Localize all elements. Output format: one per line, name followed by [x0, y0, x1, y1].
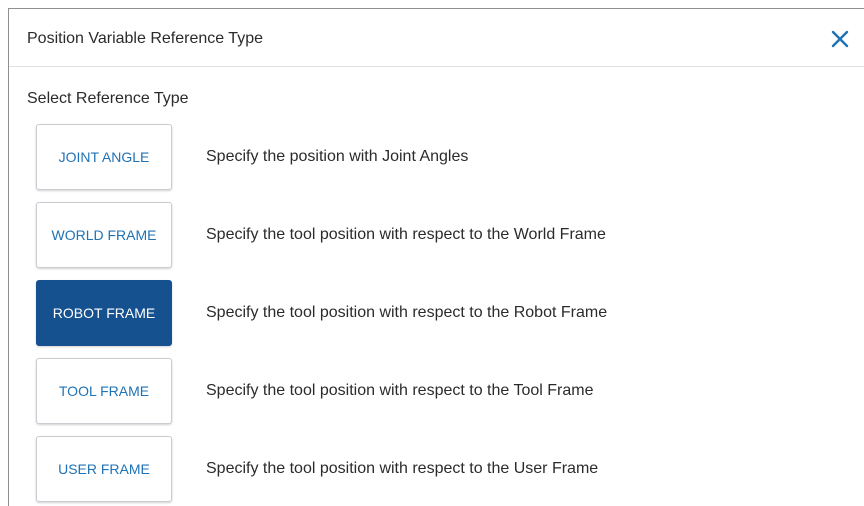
robot-frame-button[interactable]: ROBOT FRAME	[36, 280, 172, 346]
tool-frame-button[interactable]: TOOL FRAME	[36, 358, 172, 424]
dialog-title: Position Variable Reference Type	[27, 30, 263, 47]
position-variable-reference-dialog: Position Variable Reference Type Select …	[8, 8, 864, 506]
joint-angle-button[interactable]: JOINT ANGLE	[36, 124, 172, 190]
user-frame-button[interactable]: USER FRAME	[36, 436, 172, 502]
world-frame-description: Specify the tool position with respect t…	[206, 226, 606, 243]
user-frame-description: Specify the tool position with respect t…	[206, 460, 599, 477]
dialog-header: Position Variable Reference Type	[9, 9, 864, 67]
world-frame-button[interactable]: WORLD FRAME	[36, 202, 172, 268]
close-icon	[831, 30, 849, 48]
close-button[interactable]	[828, 27, 852, 51]
joint-angle-description: Specify the position with Joint Angles	[206, 148, 469, 165]
select-reference-type-label: Select Reference Type	[27, 90, 189, 107]
tool-frame-description: Specify the tool position with respect t…	[206, 382, 594, 399]
robot-frame-description: Specify the tool position with respect t…	[206, 304, 608, 321]
